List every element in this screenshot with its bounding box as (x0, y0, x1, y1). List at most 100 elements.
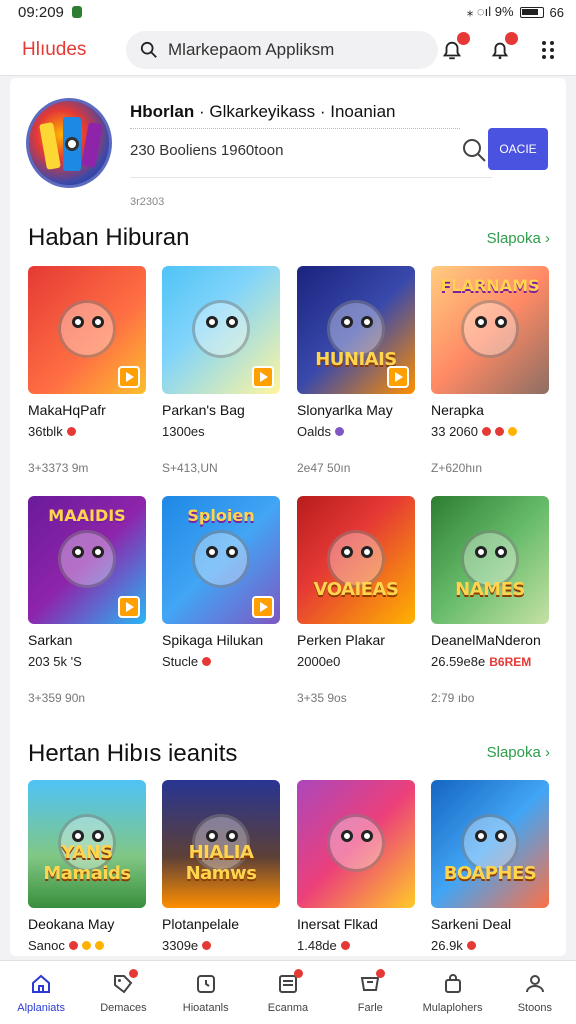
play-icon[interactable] (118, 596, 140, 618)
game-tile[interactable]: FLARNAMS Nerapka 33 2060 Z+620hın (431, 266, 551, 475)
play-icon[interactable] (387, 366, 409, 388)
play-icon[interactable] (252, 366, 274, 388)
game-thumbnail[interactable]: HUNIAIS (297, 266, 415, 394)
game-character-eye (495, 316, 507, 328)
notification-badge (457, 31, 470, 45)
nav-item-tag[interactable]: Demaces (82, 961, 164, 1024)
game-tile[interactable]: MakaHqPafr 36tblk 3+3373 9m (28, 266, 148, 475)
see-all-link[interactable]: Slapoka › (487, 230, 550, 247)
rating-dot-icon (66, 427, 76, 436)
game-thumbnail[interactable]: FLARNAMS (431, 266, 549, 394)
game-thumbnail[interactable]: VOAIEAS (297, 496, 415, 624)
game-character-eye (341, 546, 353, 558)
game-name: Inersat Flkad (297, 916, 378, 932)
bottom-navigation: Alplaniats Demaces Hioatanls Ecanma Farle Mul… (0, 960, 576, 1024)
status-time: 09:209 (18, 3, 64, 21)
game-character-art (192, 300, 250, 358)
game-character-eye (361, 546, 373, 558)
game-meta: 3+35 9os (297, 691, 347, 705)
game-thumbnail[interactable]: BOAPHES (431, 780, 549, 908)
game-character-eye (495, 546, 507, 558)
game-character-eye (226, 316, 238, 328)
more-menu-button[interactable] (536, 38, 560, 62)
game-thumbnail[interactable] (28, 266, 146, 394)
app-logo[interactable] (26, 98, 112, 188)
game-button[interactable]: OACIE (488, 128, 548, 170)
game-name: Sarkan (28, 632, 73, 648)
notifications-button[interactable] (440, 31, 470, 62)
game-art-title: YANS Mamaids (43, 842, 131, 884)
game-stat-value: Sanoc (28, 938, 65, 953)
battery-percent: 66 (549, 4, 564, 20)
play-icon[interactable] (252, 596, 274, 618)
game-tile[interactable]: VOAIEAS Perken Plakar 2000e0 3+35 9os (297, 496, 417, 705)
nav-label: Mulaplohers (422, 1001, 483, 1014)
game-stats: Stucle (162, 654, 282, 669)
search-input[interactable] (168, 39, 418, 60)
nav-item-home[interactable]: Alplaniats (0, 961, 82, 1024)
rating-dot-icon (202, 941, 212, 950)
game-tile[interactable]: YANS Mamaids Deokana May Sanoc (28, 780, 148, 953)
header-search-icon[interactable] (460, 136, 488, 164)
game-stats: 33 2060 (431, 424, 551, 439)
game-tile[interactable]: BOAPHES Sarkeni Deal 26.9k (431, 780, 551, 953)
nav-item-cart[interactable]: Farle (329, 961, 411, 1024)
search-bar[interactable] (126, 30, 438, 69)
game-thumbnail[interactable]: MAAIDIS (28, 496, 146, 624)
game-character-eye (341, 316, 353, 328)
game-character-art (192, 530, 250, 588)
game-tile[interactable]: HUNIAIS Slonyarlka May Oalds 2e47 50ın (297, 266, 417, 475)
nav-item-clock[interactable]: Hioatanls (165, 961, 247, 1024)
game-tile[interactable]: Parkan's Bag 1300es S+413,UN (162, 266, 282, 475)
game-tile[interactable]: HIALIA Namws Plotanpelale 3309e (162, 780, 282, 953)
nav-label: Alplaniats (17, 1001, 65, 1014)
nav-item-bag[interactable]: Mulaplohers (411, 961, 493, 1024)
nav-item-user[interactable]: Stoons (494, 961, 576, 1024)
game-character-art (58, 300, 116, 358)
nav-label: Hioatanls (182, 1001, 229, 1014)
game-thumbnail[interactable] (297, 780, 415, 908)
game-character-eye (92, 316, 104, 328)
game-stats: 2000e0 (297, 654, 417, 669)
nav-item-list[interactable]: Ecanma (247, 961, 329, 1024)
top-app-bar: Hlıudes (0, 24, 576, 76)
game-character-eye (495, 830, 507, 842)
alerts-button[interactable] (488, 31, 518, 62)
game-character-eye (226, 546, 238, 558)
play-icon[interactable] (118, 366, 140, 388)
nav-label: Ecanma (267, 1001, 309, 1014)
game-name: Spikaga Hilukan (162, 632, 264, 648)
game-thumbnail[interactable] (162, 266, 280, 394)
game-stat-value: 203 5k 'S (28, 654, 82, 669)
game-thumbnail[interactable]: YANS Mamaids (28, 780, 146, 908)
game-meta: 3+359 90n (28, 691, 86, 705)
header-divider (130, 128, 460, 129)
game-name: Parkan's Bag (162, 402, 245, 418)
game-character-eye (92, 546, 104, 558)
brand-logo[interactable]: Hlıudes (22, 39, 108, 61)
game-tile[interactable]: NAMES DeanelMaNderon 26.59e8e B6REM 2:79 ıbo (431, 496, 551, 705)
game-stat-value: 2000e0 (297, 654, 341, 669)
game-tile[interactable]: Sploien Spikaga Hilukan Stucle (162, 496, 282, 669)
game-thumbnail[interactable]: Sploien (162, 496, 280, 624)
game-tile[interactable]: MAAIDIS Sarkan 203 5k 'S 3+359 90n (28, 496, 148, 705)
game-tile[interactable]: Inersat Flkad 1.48de (297, 780, 417, 953)
game-art-title: HIALIA Namws (185, 842, 257, 884)
app-header: Hborlan · Glkarkeyikass · Inoanian 230 B… (26, 98, 552, 208)
game-stat-value: Stucle (162, 654, 199, 669)
game-stat-value: 33 2060 (431, 424, 478, 439)
game-art-title: MAAIDIS (48, 506, 126, 525)
header-subtitle: 230 Booliens 1960toon (130, 142, 284, 159)
game-character-eye (361, 830, 373, 842)
game-thumbnail[interactable]: NAMES (431, 496, 549, 624)
game-art-title: BOAPHES (443, 863, 537, 884)
game-stats: Oalds (297, 424, 417, 439)
rating-dot-icon (508, 427, 517, 436)
nav-label: Demaces (100, 1001, 147, 1014)
game-character-art (58, 530, 116, 588)
game-thumbnail[interactable]: HIALIA Namws (162, 780, 280, 908)
game-character-eye (475, 316, 487, 328)
game-stats: 1.48de (297, 938, 417, 953)
game-art-title: FLARNAMS (440, 276, 540, 295)
see-all-link-2[interactable]: Slapoka › (487, 744, 550, 761)
